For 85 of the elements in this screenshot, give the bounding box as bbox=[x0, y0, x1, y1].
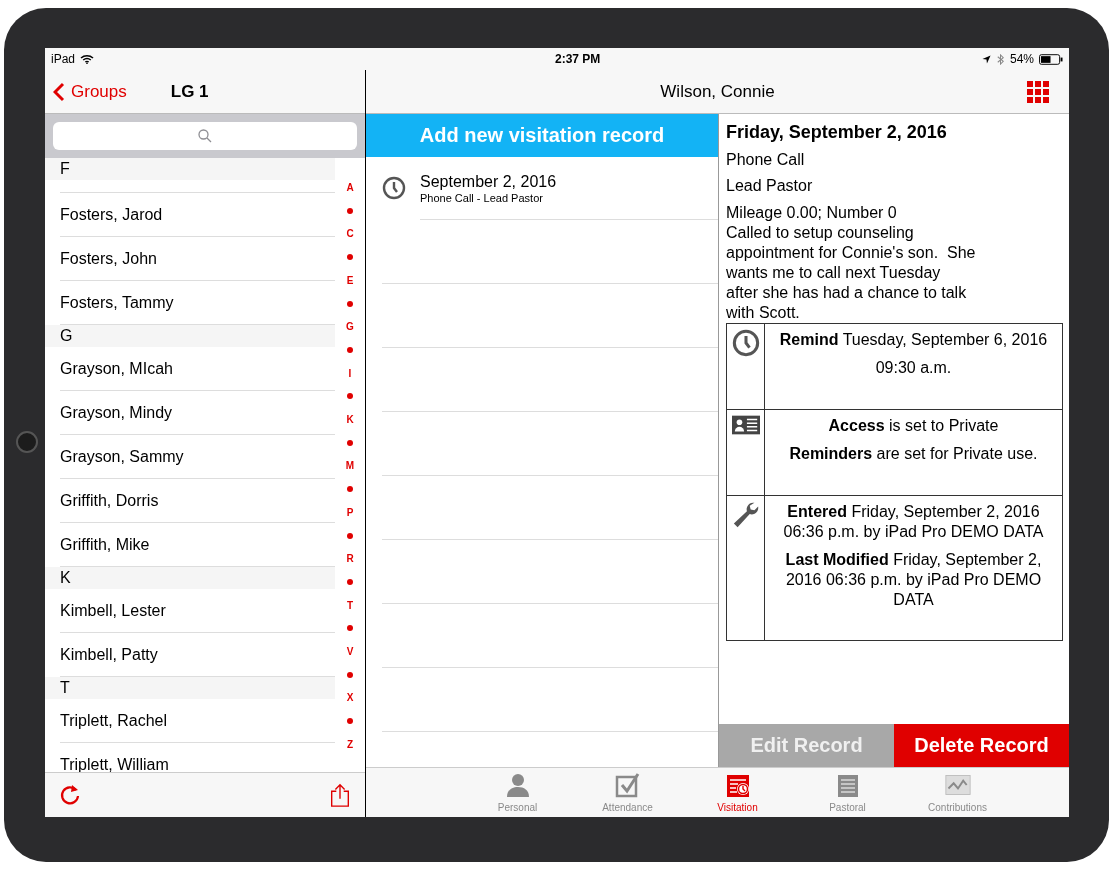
visit-item[interactable]: September 2, 2016 Phone Call - Lead Pastor bbox=[366, 157, 718, 220]
record-info-text: 09:30 a.m. bbox=[874, 358, 953, 378]
record-date: Friday, September 2, 2016 bbox=[726, 122, 948, 143]
index-dot bbox=[347, 532, 353, 539]
section-header: T bbox=[45, 677, 335, 699]
tab[interactable]: Contributions bbox=[902, 768, 1013, 817]
person-name[interactable]: Fosters, John bbox=[60, 249, 157, 268]
person-name[interactable]: Fosters, Tammy bbox=[60, 293, 174, 312]
id-card-icon bbox=[731, 415, 760, 435]
chevron-icon bbox=[53, 81, 65, 102]
location-icon bbox=[981, 53, 991, 65]
record-staff: Lead Pastor bbox=[726, 177, 814, 195]
index-letter[interactable]: V bbox=[346, 646, 354, 658]
index-dot bbox=[347, 300, 353, 307]
index-dot bbox=[347, 671, 353, 678]
tab[interactable]: Personal bbox=[462, 768, 573, 817]
tab[interactable]: Attendance bbox=[572, 768, 683, 817]
tab[interactable]: Visitation bbox=[682, 768, 793, 817]
person-name[interactable]: Triplett, William bbox=[60, 755, 169, 772]
person-name[interactable]: Fosters, Jarod bbox=[60, 205, 163, 224]
battery-percent: 54% bbox=[1009, 52, 1034, 66]
group-title: LG 1 bbox=[170, 81, 209, 102]
index-letter[interactable]: X bbox=[346, 692, 354, 704]
record-info-text: Reminders are set for Private use. bbox=[788, 444, 1039, 464]
record-type: Phone Call bbox=[726, 151, 806, 169]
index-letter[interactable]: I bbox=[348, 367, 352, 379]
search-icon bbox=[198, 129, 212, 143]
visit-detail: Phone Call - Lead Pastor bbox=[420, 192, 544, 204]
device-name: iPad bbox=[51, 52, 76, 66]
calendar-clock-icon bbox=[724, 772, 751, 798]
index-dot bbox=[347, 207, 353, 214]
index-dot bbox=[347, 346, 353, 353]
person-name[interactable]: Grayson, Mindy bbox=[60, 403, 173, 422]
section-header: F bbox=[45, 158, 335, 180]
record-info-text: Access is set to Private bbox=[827, 416, 1000, 436]
person-name[interactable]: Kimbell, Patty bbox=[60, 645, 158, 664]
index-dot bbox=[347, 718, 353, 725]
battery-icon bbox=[1039, 53, 1063, 65]
person-name[interactable]: Kimbell, Lester bbox=[60, 601, 166, 620]
record-info-text: Last Modified Friday, September 2, 2016 06:36 p.m. by iPad Pro DEMO DATA bbox=[784, 550, 1043, 610]
index-dot bbox=[347, 254, 353, 261]
index-dot bbox=[347, 439, 353, 446]
clock-time: 2:37 PM bbox=[555, 52, 601, 66]
index-dot bbox=[347, 393, 353, 400]
delete-button[interactable]: Delete Record bbox=[894, 724, 1069, 767]
record-info-text: Entered Friday, September 2, 2016 06:36 p.m. by iPad Pro DEMO DATA bbox=[782, 502, 1045, 542]
index-letter[interactable]: C bbox=[346, 228, 354, 240]
index-letter[interactable]: R bbox=[346, 553, 354, 565]
index-dot bbox=[347, 486, 353, 493]
refresh-icon[interactable] bbox=[59, 783, 81, 807]
person-title: Wilson, Connie bbox=[660, 81, 775, 102]
section-header: K bbox=[45, 567, 335, 589]
wrench-icon bbox=[731, 501, 760, 529]
index-dot bbox=[347, 578, 353, 585]
record-info-text: Remind Tuesday, September 6, 2016 bbox=[778, 330, 1049, 350]
person-name[interactable]: Grayson, Sammy bbox=[60, 447, 184, 466]
index-letter[interactable]: G bbox=[346, 321, 354, 333]
index-letter[interactable]: M bbox=[345, 460, 355, 472]
index-letter[interactable]: P bbox=[346, 506, 354, 518]
grid-menu-icon[interactable] bbox=[1027, 80, 1049, 103]
wifi-icon bbox=[80, 54, 95, 64]
person-name[interactable]: Triplett, Rachel bbox=[60, 711, 167, 730]
record-notes: Mileage 0.00; Number 0 Called to setup counseling appointment for Connie's son. She wants me to call next Tuesday after she has had a chance to talk with Scott. bbox=[726, 203, 977, 323]
visit-date: September 2, 2016 bbox=[420, 173, 558, 191]
index-letter[interactable]: K bbox=[346, 414, 354, 426]
section-header: G bbox=[45, 325, 335, 347]
bluetooth-icon bbox=[995, 53, 1005, 65]
search-field[interactable] bbox=[53, 122, 357, 150]
person-name[interactable]: Grayson, MIcah bbox=[60, 359, 173, 378]
line-chart-icon bbox=[944, 772, 971, 798]
index-letter[interactable]: A bbox=[346, 182, 354, 193]
person-name[interactable]: Griffith, Mike bbox=[60, 535, 150, 554]
home-button[interactable] bbox=[16, 431, 38, 453]
index-letter[interactable]: E bbox=[346, 274, 354, 286]
clock-icon bbox=[731, 329, 760, 357]
share-icon[interactable] bbox=[329, 783, 351, 807]
index-dot bbox=[347, 625, 353, 632]
index-letter[interactable]: T bbox=[346, 599, 354, 611]
person-icon bbox=[504, 772, 531, 798]
index-letter[interactable]: Z bbox=[346, 738, 354, 750]
checkbox-icon bbox=[614, 772, 641, 798]
person-name[interactable]: Griffith, Dorris bbox=[60, 491, 159, 510]
back-link[interactable]: Groups bbox=[53, 81, 127, 102]
clock-icon bbox=[382, 176, 406, 200]
tab[interactable]: Pastoral bbox=[792, 768, 903, 817]
